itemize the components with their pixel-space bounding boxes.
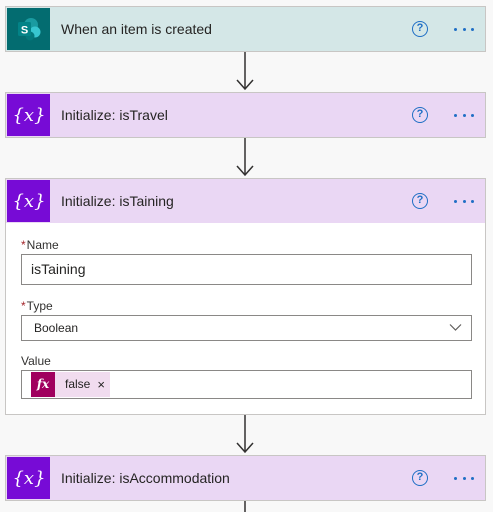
help-icon[interactable]: ?	[412, 21, 428, 37]
sharepoint-tile: S	[7, 8, 50, 50]
arrow-down-icon	[236, 52, 254, 91]
connector-line	[244, 501, 246, 512]
step-title: Initialize: isAccommodation	[61, 470, 230, 486]
required-marker: *	[21, 299, 26, 313]
type-field-label: *Type	[21, 299, 53, 313]
variable-icon: {x}	[12, 105, 45, 126]
more-icon[interactable]	[450, 7, 478, 51]
help-icon[interactable]: ?	[412, 193, 428, 209]
init-istravel-card-header[interactable]: {x} Initialize: isTravel ?	[6, 93, 485, 137]
more-icon[interactable]	[450, 93, 478, 137]
init-istaining-card[interactable]: {x} Initialize: isTaining ? *Name isTain…	[5, 178, 486, 415]
svg-text:S: S	[20, 25, 27, 37]
help-icon[interactable]: ?	[412, 107, 428, 123]
init-isaccommodation-card-header[interactable]: {x} Initialize: isAccommodation ?	[6, 456, 485, 500]
svg-text:{x}: {x}	[12, 191, 45, 212]
type-select-value: Boolean	[34, 321, 79, 335]
sharepoint-icon: S	[17, 18, 40, 41]
name-input[interactable]: isTaining	[21, 254, 472, 285]
expression-token-text: false	[65, 377, 91, 391]
name-field-label: *Name	[21, 238, 59, 252]
variable-icon: {x}	[12, 468, 45, 489]
trigger-card[interactable]: S When an item is created ?	[5, 6, 486, 52]
svg-text:{x}: {x}	[12, 105, 45, 126]
arrow-down-icon	[236, 138, 254, 177]
remove-token-icon[interactable]: ×	[97, 370, 110, 399]
required-marker: *	[21, 238, 26, 252]
step-title: Initialize: isTaining	[61, 193, 174, 209]
more-icon[interactable]	[450, 179, 478, 223]
type-select[interactable]: Boolean	[21, 315, 472, 341]
variable-tile: {x}	[7, 94, 50, 136]
arrow-down-icon	[236, 415, 254, 454]
value-input[interactable]: fx false ×	[21, 370, 472, 399]
step-title: Initialize: isTravel	[61, 107, 168, 123]
value-field-label: Value	[21, 354, 51, 368]
svg-text:{x}: {x}	[12, 468, 45, 489]
step-body: *Name isTaining *Type Boolean Value fx f…	[6, 238, 485, 399]
variable-tile: {x}	[7, 457, 50, 499]
init-isaccommodation-card[interactable]: {x} Initialize: isAccommodation ?	[5, 455, 486, 501]
variable-icon: {x}	[12, 191, 45, 212]
chevron-down-icon	[449, 324, 462, 331]
init-istravel-card[interactable]: {x} Initialize: isTravel ?	[5, 92, 486, 138]
expression-token[interactable]: fx false ×	[31, 372, 110, 397]
step-title: When an item is created	[61, 21, 212, 37]
expression-icon: fx	[31, 372, 55, 397]
variable-tile: {x}	[7, 180, 50, 222]
more-icon[interactable]	[450, 456, 478, 500]
help-icon[interactable]: ?	[412, 470, 428, 486]
trigger-card-header[interactable]: S When an item is created ?	[6, 7, 485, 51]
init-istaining-card-header[interactable]: {x} Initialize: isTaining ?	[6, 179, 485, 223]
